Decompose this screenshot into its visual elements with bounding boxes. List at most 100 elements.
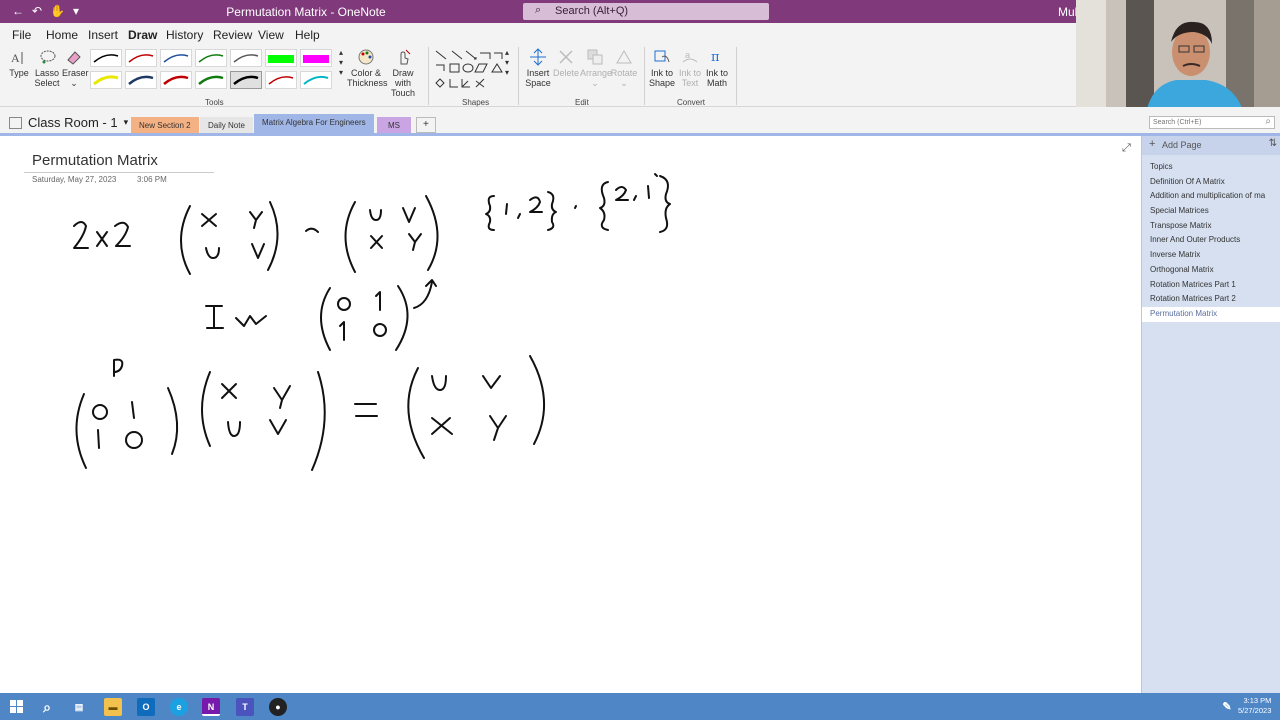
separator — [518, 47, 519, 105]
page-item-permutation[interactable]: Permutation Matrix — [1142, 306, 1280, 322]
section-tab-daily-note[interactable]: Daily Note — [200, 117, 253, 133]
pen-black-selected[interactable] — [230, 71, 262, 89]
sidebar-search-placeholder: Search (Ctrl+E) — [1153, 119, 1202, 126]
sort-icon[interactable]: ⇅ — [1269, 138, 1277, 149]
delete-button[interactable]: Delete — [553, 48, 579, 78]
add-page-button[interactable]: + Add Page ⇅ — [1142, 136, 1280, 155]
lasso-select-button[interactable]: Lasso Select — [34, 48, 60, 88]
delete-label: Delete — [553, 68, 580, 78]
highlighter-yellow[interactable] — [90, 71, 122, 89]
outlook-icon[interactable]: O — [137, 698, 155, 716]
pen-green-thick[interactable] — [195, 71, 227, 89]
clock-date: 5/27/2023 — [1238, 706, 1272, 715]
pen-red-thick[interactable] — [160, 71, 192, 89]
eraser-dropdown-icon[interactable]: ⌄ — [70, 78, 78, 88]
taskbar: ⌕ ▤ ▬ O e N T ● ✎ 3:13 PM 5/27/2023 — [0, 693, 1280, 720]
page-item-inverse[interactable]: Inverse Matrix — [1142, 248, 1280, 263]
pen-red-2[interactable] — [265, 71, 297, 89]
tab-view[interactable]: View — [258, 28, 284, 42]
page-canvas[interactable]: Permutation Matrix Saturday, May 27, 202… — [0, 136, 1141, 693]
notebook-icon — [9, 116, 22, 129]
add-page-label: Add Page — [1162, 140, 1202, 150]
eraser-button[interactable]: Eraser ⌄ — [62, 48, 89, 88]
page-item-topics[interactable]: Topics — [1142, 160, 1280, 175]
pen-red[interactable] — [125, 49, 157, 67]
insert-space-label-2: Space — [525, 78, 551, 88]
page-item-special[interactable]: Special Matrices — [1142, 204, 1280, 219]
convert-group-label: Convert — [677, 98, 706, 107]
pen-blue[interactable] — [160, 49, 192, 67]
onenote-icon[interactable]: N — [202, 698, 220, 716]
search-icon: ⌕ — [1265, 116, 1271, 127]
tab-home[interactable]: Home — [46, 28, 78, 42]
windows-start-icon[interactable] — [8, 698, 26, 716]
search-icon: ⌕ — [535, 4, 542, 16]
pen-gallery-scroll[interactable]: ▴ ▾ ▾ — [336, 48, 346, 78]
search-box[interactable]: ⌕ Search (Alt+Q) — [523, 3, 769, 20]
rotate-button[interactable]: Rotate ⌄ — [610, 48, 638, 88]
ink-to-text-button[interactable]: a Ink to Text — [677, 48, 703, 88]
notebook-name: Class Room - 1 — [28, 115, 118, 130]
touch-label-1: Draw with — [392, 68, 414, 88]
ink-to-shape-button[interactable]: Ink to Shape — [648, 48, 676, 88]
page-item-inner-outer[interactable]: Inner And Outer Products — [1142, 233, 1280, 248]
ink-to-shape-icon — [654, 50, 670, 63]
arrange-button[interactable]: Arrange ⌄ — [580, 48, 612, 88]
tab-insert[interactable]: Insert — [88, 28, 118, 42]
lasso-label-1: Lasso — [34, 68, 60, 78]
tab-review[interactable]: Review — [213, 28, 252, 42]
type-label: Type — [9, 68, 29, 78]
separator — [644, 47, 645, 105]
pen-cyan[interactable] — [300, 71, 332, 89]
pen-gallery — [90, 47, 336, 89]
notebook-selector[interactable]: Class Room - 1 ▾ — [9, 115, 128, 130]
eraser-icon — [67, 51, 81, 65]
page-item-addition[interactable]: Addition and multiplication of ma — [1142, 189, 1280, 204]
page-item-orthogonal[interactable]: Orthogonal Matrix — [1142, 263, 1280, 278]
ink-to-math-button[interactable]: π Ink to Math — [704, 48, 730, 88]
highlighter-magenta[interactable] — [300, 49, 332, 67]
page-item-rotation-2[interactable]: Rotation Matrices Part 2 — [1142, 292, 1280, 307]
pen-navy[interactable] — [125, 71, 157, 89]
webcam-overlay — [1076, 0, 1280, 114]
rotate-label: Rotate — [610, 68, 638, 78]
add-section-button[interactable]: + — [416, 117, 436, 133]
color-thickness-button[interactable]: Color & Thickness — [347, 48, 388, 88]
ink-to-text-icon: a — [682, 50, 698, 63]
page-item-rotation-1[interactable]: Rotation Matrices Part 1 — [1142, 278, 1280, 293]
section-tab-ms[interactable]: MS — [377, 117, 411, 133]
pen-black[interactable] — [90, 49, 122, 67]
search-placeholder: Search (Alt+Q) — [555, 5, 629, 17]
page-item-transpose[interactable]: Transpose Matrix — [1142, 219, 1280, 234]
pen-green[interactable] — [195, 49, 227, 67]
teams-icon[interactable]: T — [236, 698, 254, 716]
page-list-pane: + Add Page ⇅ Topics Definition Of A Matr… — [1141, 136, 1280, 693]
svg-text:A: A — [11, 51, 20, 65]
page-list: Topics Definition Of A Matrix Addition a… — [1142, 160, 1280, 322]
file-explorer-icon[interactable]: ▬ — [104, 698, 122, 716]
section-tab-matrix-algebra[interactable]: Matrix Algebra For Engineers — [254, 114, 374, 133]
sidebar-search-input[interactable]: Search (Ctrl+E) ⌕ — [1149, 116, 1275, 129]
shapes-scroll[interactable]: ▴ ▾ ▾ — [502, 48, 512, 78]
insert-space-label-1: Insert — [526, 68, 550, 78]
pen-menu-icon[interactable]: ✎ — [1218, 698, 1236, 716]
pen-gray[interactable] — [230, 49, 262, 67]
edge-icon[interactable]: e — [170, 698, 188, 716]
tab-file[interactable]: File — [12, 28, 31, 42]
system-clock[interactable]: 3:13 PM 5/27/2023 — [1238, 696, 1271, 716]
tab-help[interactable]: Help — [295, 28, 320, 42]
svg-text:π: π — [711, 50, 720, 65]
highlighter-green[interactable] — [265, 49, 297, 67]
draw-with-touch-button[interactable]: Draw with Touch — [384, 48, 422, 98]
delete-icon — [559, 50, 573, 64]
insert-space-button[interactable]: Insert Space — [522, 48, 554, 88]
tab-history[interactable]: History — [166, 28, 203, 42]
task-view-icon[interactable]: ▤ — [70, 698, 88, 716]
section-tab-new-section-2[interactable]: New Section 2 — [131, 117, 199, 133]
handwritten-ink — [73, 173, 671, 471]
search-icon[interactable]: ⌕ — [38, 698, 56, 716]
app-icon[interactable]: ● — [269, 698, 287, 716]
type-button[interactable]: A Type — [8, 48, 30, 78]
palette-icon — [358, 49, 374, 65]
page-item-definition[interactable]: Definition Of A Matrix — [1142, 175, 1280, 190]
